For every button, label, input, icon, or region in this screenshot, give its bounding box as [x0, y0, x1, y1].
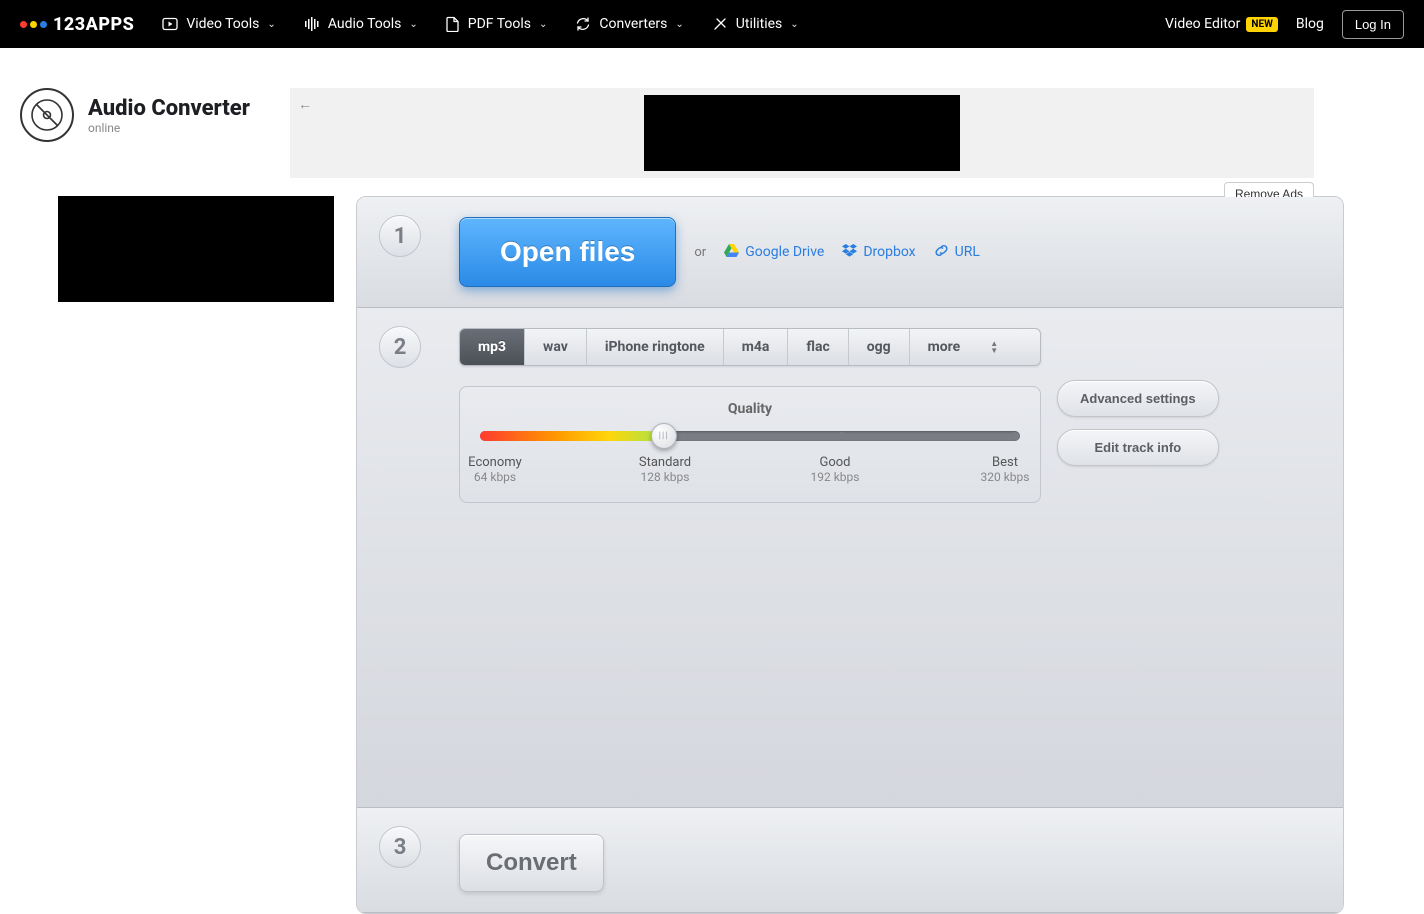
blog-link[interactable]: Blog — [1296, 16, 1324, 32]
nav-pdf-tools[interactable]: PDF Tools ⌄ — [446, 16, 548, 32]
slider-handle[interactable] — [651, 423, 677, 449]
url-link[interactable]: URL — [934, 244, 980, 261]
step-format-quality: 2 mp3 wav iPhone ringtone m4a flac ogg m… — [357, 308, 1343, 808]
gdrive-label: Google Drive — [745, 244, 824, 260]
nav-utilities[interactable]: Utilities ⌄ — [712, 16, 799, 32]
url-label: URL — [955, 244, 980, 260]
page-subtitle: online — [88, 121, 250, 135]
play-rect-icon — [162, 16, 178, 32]
arrow-left-icon[interactable]: ← — [298, 96, 312, 113]
step-convert: 3 Convert — [357, 808, 1343, 913]
nav-audio-tools[interactable]: Audio Tools ⌄ — [304, 16, 418, 32]
quality-value-standard: 128 kbps — [630, 470, 700, 484]
ad-placeholder — [644, 95, 960, 171]
quality-box: Quality Economy 64 kbps Standard — [459, 386, 1041, 503]
tab-mp3[interactable]: mp3 — [460, 329, 525, 365]
nav-label: Video Tools — [186, 16, 259, 32]
dropbox-link[interactable]: Dropbox — [842, 244, 915, 261]
open-files-button[interactable]: Open files — [459, 217, 676, 287]
tab-ogg[interactable]: ogg — [849, 329, 910, 365]
step-open-files: 1 Open files or Google Drive Dropbox — [357, 197, 1343, 308]
tab-iphone-ringtone[interactable]: iPhone ringtone — [587, 329, 724, 365]
brand-logo[interactable]: 123APPS — [20, 14, 134, 35]
ad-placeholder — [58, 196, 334, 302]
tab-more[interactable]: more ▲▼ — [910, 329, 1017, 365]
nav-label: Converters — [599, 16, 667, 32]
quality-value-best: 320 kbps — [970, 470, 1040, 484]
logo-dots-icon — [20, 21, 47, 28]
chevron-down-icon: ⌄ — [790, 19, 798, 30]
step-number-3: 3 — [379, 826, 421, 868]
page-title: Audio Converter — [88, 96, 250, 121]
document-icon — [446, 16, 460, 32]
tools-icon — [712, 16, 728, 32]
tab-m4a[interactable]: m4a — [724, 329, 789, 365]
link-icon — [934, 244, 949, 261]
new-badge: NEW — [1246, 17, 1277, 32]
quality-value-good: 192 kbps — [800, 470, 870, 484]
chevron-down-icon: ⌄ — [267, 19, 275, 30]
google-drive-link[interactable]: Google Drive — [724, 244, 824, 261]
quality-value-economy: 64 kbps — [460, 470, 530, 484]
dropbox-label: Dropbox — [863, 244, 915, 260]
quality-label-best: Best — [970, 455, 1040, 470]
format-tabs: mp3 wav iPhone ringtone m4a flac ogg mor… — [459, 328, 1041, 366]
tab-wav[interactable]: wav — [525, 329, 587, 365]
advanced-settings-button[interactable]: Advanced settings — [1057, 380, 1219, 417]
nav-video-tools[interactable]: Video Tools ⌄ — [162, 16, 276, 32]
video-editor-link[interactable]: Video Editor NEW — [1165, 16, 1278, 32]
login-button[interactable]: Log In — [1342, 10, 1404, 39]
video-editor-label: Video Editor — [1165, 16, 1240, 32]
quality-label-economy: Economy — [460, 455, 530, 470]
audio-bars-icon — [304, 16, 320, 32]
quality-slider[interactable] — [480, 431, 1020, 441]
quality-label-good: Good — [800, 455, 870, 470]
converter-panel: 1 Open files or Google Drive Dropbox — [356, 196, 1344, 914]
chevron-down-icon: ⌄ — [539, 19, 547, 30]
top-navbar: 123APPS Video Tools ⌄ Audio Tools ⌄ PDF … — [0, 0, 1424, 48]
nav-converters[interactable]: Converters ⌄ — [575, 16, 683, 32]
brand-text: 123APPS — [53, 14, 134, 35]
nav-label: Utilities — [736, 16, 783, 32]
ad-banner-top: ← — [290, 88, 1314, 178]
sync-icon — [575, 16, 591, 32]
tab-flac[interactable]: flac — [788, 329, 848, 365]
chevron-down-icon: ⌄ — [409, 19, 417, 30]
google-drive-icon — [724, 244, 739, 261]
step-number-1: 1 — [379, 215, 421, 257]
nav-label: Audio Tools — [328, 16, 402, 32]
edit-track-info-button[interactable]: Edit track info — [1057, 429, 1219, 466]
tab-more-label: more — [928, 339, 961, 355]
convert-button[interactable]: Convert — [459, 834, 604, 892]
quality-label-standard: Standard — [630, 455, 700, 470]
stepper-icon: ▲▼ — [990, 340, 998, 354]
chevron-down-icon: ⌄ — [675, 19, 683, 30]
ad-banner-left — [58, 196, 334, 914]
dropbox-icon — [842, 244, 857, 261]
nav-label: PDF Tools — [468, 16, 531, 32]
step-number-2: 2 — [379, 326, 421, 368]
app-title-block: Audio Converter online — [20, 88, 290, 142]
quality-title: Quality — [480, 401, 1020, 417]
or-text: or — [694, 245, 706, 260]
audio-converter-icon — [20, 88, 74, 142]
